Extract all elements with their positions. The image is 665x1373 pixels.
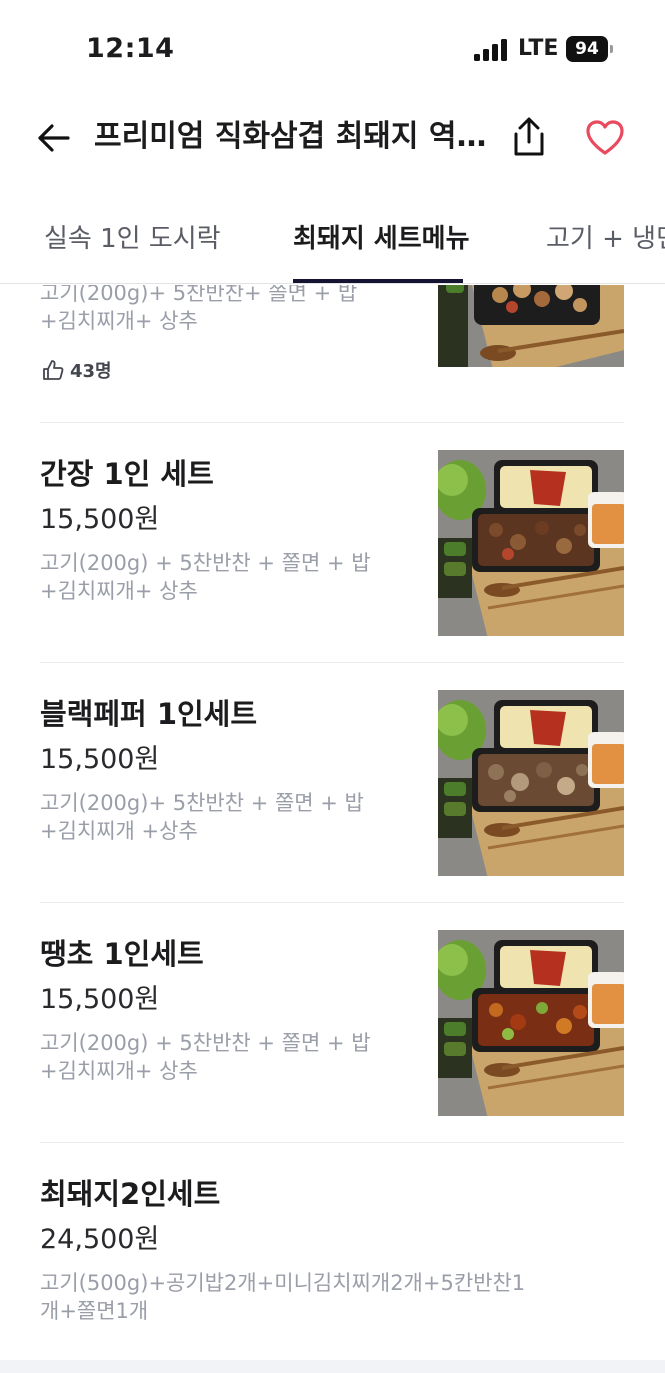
food-image	[438, 285, 624, 367]
heart-icon[interactable]	[586, 120, 624, 156]
item-price: 15,500원	[40, 504, 160, 535]
network-type-label: LTE	[518, 36, 559, 61]
signal-strength-icon	[474, 39, 507, 61]
item-description-line: +김치찌개 +상추	[40, 819, 198, 843]
tab-meat-cold-noodles[interactable]: 고기 + 냉면	[546, 218, 665, 255]
thumbs-up-icon	[43, 360, 64, 380]
item-description-line: +김치찌개+ 상추	[40, 309, 198, 333]
item-description: 고기(200g)+ 5찬반찬 + 쫄면 + 밥 +김치찌개 +상추	[40, 789, 400, 845]
category-tabs: 실속 1인 도시락 최돼지 세트메뉴 고기 + 냉면	[0, 196, 665, 284]
menu-item[interactable]: 땡초 1인세트 15,500원 고기(200g) + 5찬반찬 + 쫄면 + 밥…	[0, 903, 665, 1143]
share-icon[interactable]	[508, 116, 550, 158]
status-time: 12:14	[86, 33, 175, 64]
section-separator	[0, 1360, 665, 1373]
item-description-line: 개+쫄면1개	[40, 1299, 149, 1323]
item-price: 24,500원	[40, 1224, 160, 1255]
item-name: 최돼지2인세트	[40, 1177, 221, 1211]
food-image	[438, 690, 624, 876]
item-description-line: 고기(200g)+ 5찬반찬 + 쫄면 + 밥	[40, 791, 364, 815]
active-tab-indicator	[293, 279, 463, 283]
food-image	[438, 450, 624, 636]
item-description: 고기(200g) + 5찬반찬 + 쫄면 + 밥 +김치찌개+ 상추	[40, 1029, 400, 1085]
item-name: 땡초 1인세트	[40, 937, 204, 971]
page-title: 프리미엄 직화삼겹 최돼지 역…	[94, 119, 487, 154]
likes-count: 43명	[42, 357, 112, 383]
tab-set-menu[interactable]: 최돼지 세트메뉴	[293, 218, 470, 255]
menu-item[interactable]: 최돼지2인세트 24,500원 고기(500g)+공기밥2개+미니김치찌개2개+…	[0, 1143, 665, 1360]
item-description-line: 고기(200g) + 5찬반찬 + 쫄면 + 밥	[40, 1031, 371, 1055]
back-arrow-icon[interactable]	[36, 120, 72, 156]
food-image	[438, 930, 624, 1116]
item-description: 고기(200g)+ 5찬반찬+ 쫄면 + 밥 +김치찌개+ 상추	[40, 285, 400, 335]
battery-indicator: 94	[566, 36, 614, 62]
item-name: 간장 1인 세트	[40, 457, 214, 491]
item-price: 15,500원	[40, 984, 160, 1015]
item-description-line: +김치찌개+ 상추	[40, 579, 198, 603]
menu-item-partial[interactable]: 고기(200g)+ 5찬반찬+ 쫄면 + 밥 +김치찌개+ 상추 43명	[0, 285, 665, 423]
status-bar: 12:14 LTE 94	[0, 0, 665, 96]
item-description-line: 고기(200g)+ 5찬반찬+ 쫄면 + 밥	[40, 285, 358, 305]
item-description-line: 고기(200g) + 5찬반찬 + 쫄면 + 밥	[40, 551, 371, 575]
likes-label: 43명	[70, 361, 112, 382]
item-description: 고기(200g) + 5찬반찬 + 쫄면 + 밥 +김치찌개+ 상추	[40, 549, 400, 605]
menu-item[interactable]: 간장 1인 세트 15,500원 고기(200g) + 5찬반찬 + 쫄면 + …	[0, 423, 665, 663]
battery-tip	[610, 45, 613, 53]
battery-level: 94	[566, 36, 608, 62]
item-description: 고기(500g)+공기밥2개+미니김치찌개2개+5칸반찬1 개+쫄면1개	[40, 1269, 580, 1325]
item-price: 15,500원	[40, 744, 160, 775]
item-description-line: 고기(500g)+공기밥2개+미니김치찌개2개+5칸반찬1	[40, 1271, 526, 1295]
item-description-line: +김치찌개+ 상추	[40, 1059, 198, 1083]
item-name: 블랙페퍼 1인세트	[40, 697, 258, 731]
menu-list[interactable]: 고기(200g)+ 5찬반찬+ 쫄면 + 밥 +김치찌개+ 상추 43명 간장 …	[0, 285, 665, 1360]
app-header: 프리미엄 직화삼겹 최돼지 역…	[0, 96, 665, 180]
menu-item[interactable]: 블랙페퍼 1인세트 15,500원 고기(200g)+ 5찬반찬 + 쫄면 + …	[0, 663, 665, 903]
tab-budget-lunchbox[interactable]: 실속 1인 도시락	[44, 218, 221, 255]
